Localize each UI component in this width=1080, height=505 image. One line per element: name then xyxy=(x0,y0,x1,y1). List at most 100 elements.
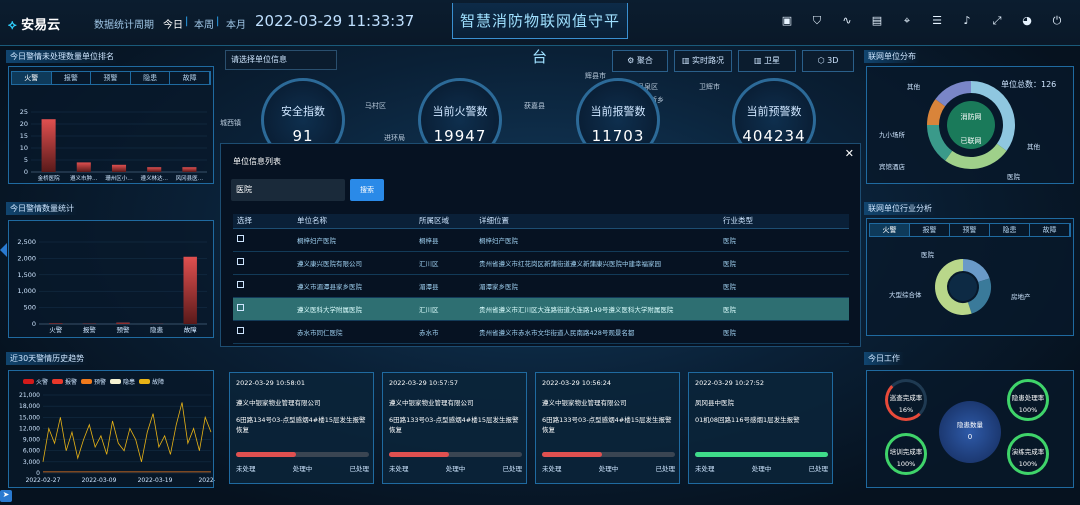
table-cell: 贵州省遵义市红花岗区新蒲街道遵义新蒲康兴医院中建幸福家园 xyxy=(475,251,719,275)
y-tick-label: 9,000 xyxy=(23,437,40,444)
map-label: 获嘉县 xyxy=(524,102,545,110)
unit-search-input[interactable]: 医院 xyxy=(231,179,345,201)
row-checkbox[interactable] xyxy=(237,258,244,265)
palette-icon[interactable]: ◕ xyxy=(1020,14,1034,28)
row-checkbox[interactable] xyxy=(237,235,244,242)
traffic-button[interactable]: ▥ 实时路况 xyxy=(674,50,732,72)
stats-panel: 2,500 2,000 1,500 1,000 500 0 火警 报警 预警 隐患 故障 xyxy=(8,220,214,338)
unit-search-select[interactable]: 请选择单位信息 xyxy=(225,50,337,70)
tab-ranking-3[interactable]: 隐患 xyxy=(131,72,171,84)
tab-ranking-4[interactable]: 故障 xyxy=(170,72,210,84)
table-cell: 医院 xyxy=(719,297,849,321)
trend-chart: 21,000 18,000 15,000 12,000 9,000 6,000 3,000 0… xyxy=(19,392,215,484)
table-row[interactable]: 桐梓妇产医院 桐梓县 桐梓妇产医院 医院 xyxy=(233,228,849,252)
table-cell: 遵义康兴医院有限公司 xyxy=(293,251,415,275)
pie-slice xyxy=(945,143,1007,169)
y-tick-label: 2,500 xyxy=(17,238,36,246)
bar xyxy=(76,162,91,172)
aggregate-button[interactable]: ⚙ 聚合 xyxy=(612,50,668,72)
alarm-card[interactable]: 2022-03-29 10:57:57 遵义中银家物业管理有限公司 6田路133号0… xyxy=(382,372,527,484)
work-ring: 培训完成率 100% xyxy=(885,433,927,475)
alarm-card[interactable]: 2022-03-29 10:27:52 凤冈县中医院 01机08回路116号感烟1层… xyxy=(688,372,833,484)
x-tick-label: 隐患 xyxy=(150,325,164,334)
progress-fill xyxy=(389,452,449,457)
period-today[interactable]: 今日 xyxy=(163,16,183,31)
alarm-card[interactable]: 2022-03-29 10:56:24 遵义中银家物业管理有限公司 6田路133号0… xyxy=(535,372,680,484)
ranking-chart: 25 20 15 10 5 0 金桥医院 遵义市肿… 珊州区小… 遵义林达… 风冈县医… xyxy=(20,108,207,182)
work-title: 今日工作 xyxy=(864,352,904,365)
tab-industry-0[interactable]: 火警 xyxy=(870,224,910,236)
table-cell: 桐梓妇产医院 xyxy=(475,228,719,252)
table-cell: 湄潭家乡医院 xyxy=(475,274,719,298)
tab-industry-1[interactable]: 报警 xyxy=(910,224,950,236)
bar xyxy=(49,323,63,324)
period-week[interactable]: 本周 xyxy=(194,16,214,31)
table-row[interactable]: 遵义医科大学附属医院 汇川区 贵州省遵义市汇川区大连路街道大连路149号遵义医科大学… xyxy=(233,297,849,321)
monitor-icon[interactable]: ▣ xyxy=(780,14,794,28)
shield-icon[interactable]: ⛉ xyxy=(810,14,824,28)
pie-label: 房地产 xyxy=(1011,292,1031,301)
row-checkbox[interactable] xyxy=(237,327,244,334)
3d-button[interactable]: ⬡ 3D xyxy=(802,50,854,72)
y-tick-label: 3,000 xyxy=(23,459,40,466)
page-title: 智慧消防物联网值守平台 xyxy=(452,3,628,66)
y-tick-label: 21,000 xyxy=(19,392,40,399)
bar xyxy=(147,167,162,172)
legend-item[interactable]: 隐患 xyxy=(110,377,135,386)
y-tick-label: 0 xyxy=(36,470,40,477)
table-row[interactable]: 遵义市湄潭县家乡医院 湄潭县 湄潭家乡医院 医院 xyxy=(233,274,849,298)
document-icon[interactable]: ☰ xyxy=(930,14,944,28)
tab-ranking-0[interactable]: 火警 xyxy=(12,72,52,84)
device-icon[interactable]: ▤ xyxy=(870,14,884,28)
pie-label: 其他 xyxy=(907,82,921,91)
legend-item[interactable]: 故障 xyxy=(139,377,164,386)
bar xyxy=(111,164,127,172)
pie-label: 其他 xyxy=(1027,142,1041,151)
period-month[interactable]: 本月 xyxy=(226,16,246,31)
row-checkbox[interactable] xyxy=(237,281,244,288)
legend-item[interactable]: 火警 xyxy=(23,377,48,386)
send-icon[interactable]: ➤ xyxy=(0,490,12,502)
row-checkbox[interactable] xyxy=(237,304,244,311)
tab-ranking-2[interactable]: 预警 xyxy=(91,72,131,84)
legend-item[interactable]: 报警 xyxy=(52,377,77,386)
satellite-icon: ▥ xyxy=(753,56,762,65)
logo: ⟡ 安易云 xyxy=(8,18,61,33)
legend-item[interactable]: 预警 xyxy=(81,377,106,386)
logout-icon[interactable]: ⏻ xyxy=(1050,14,1064,28)
work-ring: 隐患处理率 100% xyxy=(1007,379,1049,421)
tab-ranking-1[interactable]: 报警 xyxy=(52,72,92,84)
search-button[interactable]: 搜索 xyxy=(350,179,384,201)
location-icon[interactable]: ⌖ xyxy=(900,14,914,28)
column-header: 详细位置 xyxy=(475,214,719,229)
y-tick-label: 18,000 xyxy=(19,403,40,410)
bar xyxy=(116,322,130,324)
hazard-count-circle: 隐患数量 0 xyxy=(939,401,1001,463)
alarm-card[interactable]: 2022-03-29 10:58:01 遵义中银家物业管理有限公司 6田路134号0… xyxy=(229,372,374,484)
table-row[interactable]: 遵义康兴医院有限公司 汇川区 贵州省遵义市红花岗区新蒲街道遵义新蒲康兴医院中建幸福家… xyxy=(233,251,849,275)
pulse-icon[interactable]: ∿ xyxy=(840,14,854,28)
table-cell: 汇川区 xyxy=(415,251,475,275)
x-tick-label: 遵义市肿… xyxy=(70,174,98,182)
tab-industry-3[interactable]: 隐患 xyxy=(990,224,1030,236)
close-icon[interactable]: ✕ xyxy=(845,147,854,160)
pie-label: 宾馆酒店 xyxy=(879,162,906,171)
pie-slice xyxy=(927,124,953,161)
table-row[interactable]: 赤水市同仁医院 赤水市 贵州省遵义市赤水市文华街道人民南路428号观景名都 医院 xyxy=(233,320,849,344)
x-tick-label: 遵义林达… xyxy=(140,174,168,182)
volume-icon[interactable]: ♪ xyxy=(960,14,974,28)
y-tick-label: 1,500 xyxy=(17,271,36,279)
tab-industry-4[interactable]: 故障 xyxy=(1030,224,1070,236)
fullscreen-icon[interactable]: ⤢ xyxy=(990,14,1004,28)
tab-industry-2[interactable]: 预警 xyxy=(950,224,990,236)
table-cell: 赤水市同仁医院 xyxy=(293,320,415,344)
3d-icon: ⬡ xyxy=(817,56,825,65)
table-cell: 遵义市湄潭县家乡医院 xyxy=(293,274,415,298)
satellite-button[interactable]: ▥ 卫星 xyxy=(738,50,796,72)
table-cell: 贵州省遵义市汇川区大连路街道大连路149号遵义医科大学附属医院 xyxy=(475,297,719,321)
dist-chart: 消防网已联网其他 单位总数：126九小场所宾馆酒店医院其他 xyxy=(879,79,1056,181)
table-cell: 医院 xyxy=(719,274,849,298)
table-cell: 医院 xyxy=(719,228,849,252)
x-tick-label: 火警 xyxy=(49,325,63,334)
progress-fill xyxy=(236,452,296,457)
